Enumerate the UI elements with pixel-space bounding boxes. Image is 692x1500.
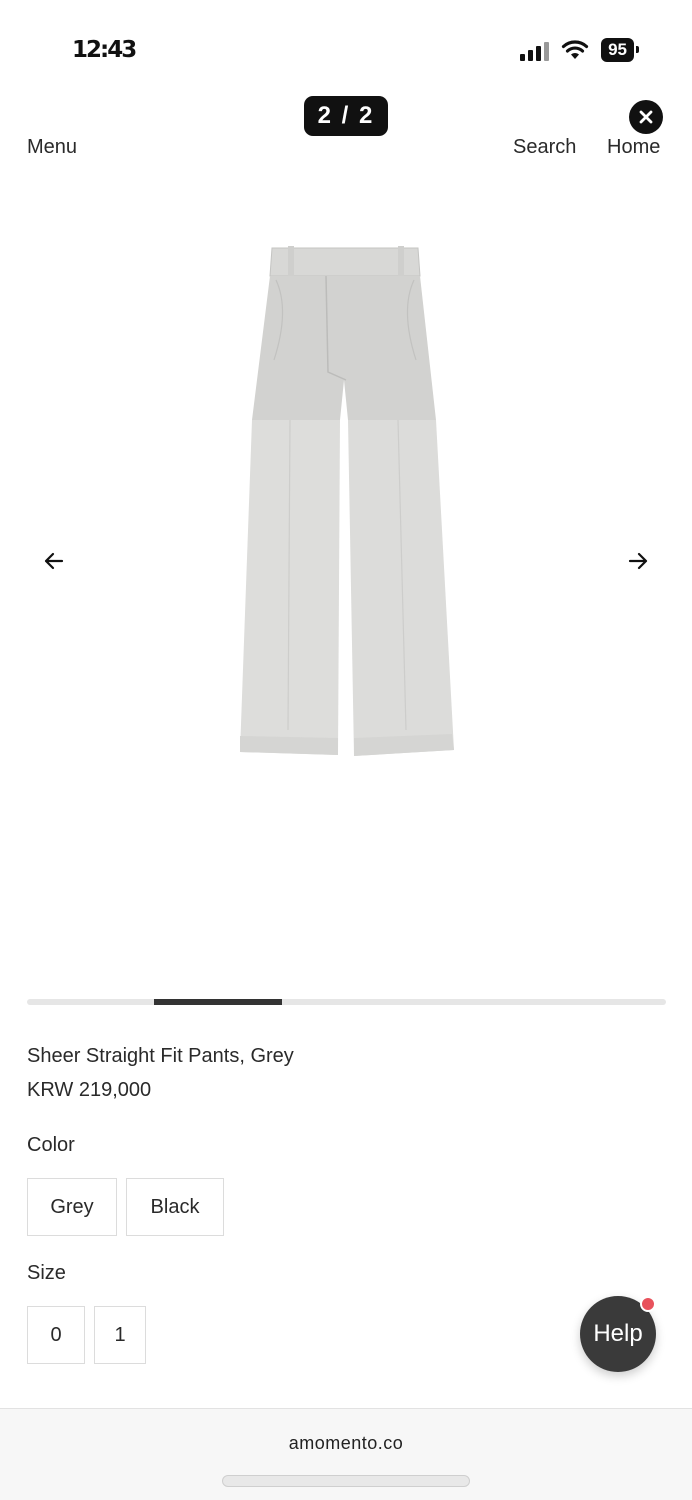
color-option-grey[interactable]: Grey — [27, 1178, 117, 1236]
size-option-1[interactable]: 1 — [94, 1306, 146, 1364]
next-image-arrow-icon[interactable] — [625, 548, 651, 574]
cellular-signal-icon — [520, 39, 550, 61]
product-price: KRW 219,000 — [27, 1079, 152, 1101]
nav-menu-link[interactable]: Menu — [27, 136, 77, 159]
color-option-black[interactable]: Black — [126, 1178, 224, 1236]
close-icon — [639, 110, 653, 124]
product-image — [240, 246, 454, 756]
status-icons: 95 — [520, 38, 639, 62]
image-page-counter: 2 / 2 — [304, 96, 388, 136]
carousel-progress-fill — [154, 999, 282, 1005]
wifi-icon — [561, 40, 589, 59]
product-image-carousel[interactable] — [0, 180, 692, 970]
url-display[interactable]: amomento.co — [0, 1433, 692, 1454]
browser-address-bar: amomento.co — [0, 1408, 692, 1500]
status-time: 12:43 — [72, 37, 137, 63]
notification-dot — [640, 1296, 656, 1312]
battery-indicator: 95 — [601, 38, 639, 62]
previous-image-arrow-icon[interactable] — [41, 548, 67, 574]
nav-home-link[interactable]: Home — [607, 136, 660, 159]
home-indicator[interactable] — [222, 1475, 470, 1487]
carousel-progress-bar — [27, 999, 666, 1005]
nav-search-link[interactable]: Search — [513, 136, 576, 159]
product-title: Sheer Straight Fit Pants, Grey — [27, 1045, 294, 1067]
size-option-0[interactable]: 0 — [27, 1306, 85, 1364]
close-viewer-button[interactable] — [629, 100, 663, 134]
color-label: Color — [27, 1134, 75, 1156]
size-label: Size — [27, 1262, 66, 1284]
